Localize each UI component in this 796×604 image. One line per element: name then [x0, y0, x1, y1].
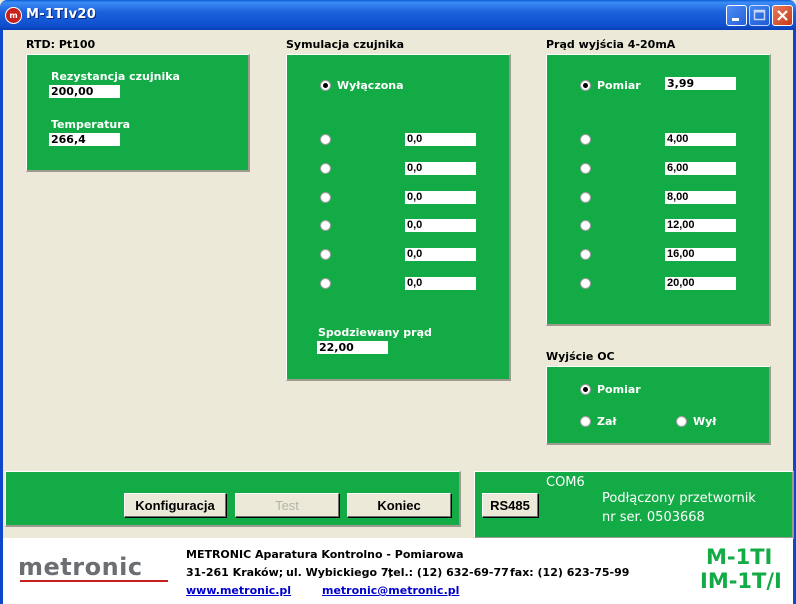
- sim-value-input[interactable]: [405, 162, 476, 175]
- com-port-label: COM6: [546, 475, 585, 490]
- expected-current-label: Spodziewany prąd: [318, 326, 432, 339]
- output-value-input[interactable]: [665, 219, 736, 232]
- radio-selected-dot: [323, 83, 328, 88]
- rtd-section-title: RTD: Pt100: [26, 38, 96, 51]
- sim-value-input[interactable]: [405, 219, 476, 232]
- resistance-label: Rezystancja czujnika: [51, 70, 180, 83]
- fax: fax: (12) 623-75-99: [510, 566, 630, 579]
- oc-on-label: Zał: [597, 415, 617, 428]
- website-link[interactable]: www.metronic.pl: [186, 584, 291, 597]
- sim-value-input[interactable]: [405, 191, 476, 204]
- configuration-button[interactable]: Konfiguracja: [124, 493, 226, 517]
- oc-measure-radio[interactable]: [580, 384, 591, 395]
- output-option-radio[interactable]: [580, 192, 591, 203]
- logo-underline: [20, 580, 168, 582]
- close-icon: [777, 10, 788, 21]
- window-title: M-1TIv20: [26, 7, 97, 22]
- end-button[interactable]: Koniec: [347, 493, 451, 517]
- temperature-value: 266,4: [49, 133, 120, 146]
- output-measure-radio[interactable]: [580, 80, 591, 91]
- output-value-input[interactable]: [665, 248, 736, 261]
- model-name-2: IM-1T/I: [700, 569, 782, 593]
- sim-option-radio[interactable]: [320, 249, 331, 260]
- sim-off-radio[interactable]: [320, 80, 331, 91]
- sim-option-radio[interactable]: [320, 192, 331, 203]
- sim-option-radio[interactable]: [320, 278, 331, 289]
- sim-value-input[interactable]: [405, 248, 476, 261]
- address-street: ul. Wybickiego 7;: [286, 566, 393, 579]
- output-measure-value: 3,99: [665, 77, 736, 90]
- oc-off-radio[interactable]: [676, 416, 687, 427]
- output-option-radio[interactable]: [580, 134, 591, 145]
- sim-option-radio[interactable]: [320, 163, 331, 174]
- output-value-input[interactable]: [665, 277, 736, 290]
- output-option-radio[interactable]: [580, 163, 591, 174]
- company-name: METRONIC Aparatura Kontrolno - Pomiarowa: [186, 548, 464, 561]
- output-option-radio[interactable]: [580, 249, 591, 260]
- radio-selected-dot: [583, 83, 588, 88]
- title-bar[interactable]: [0, 0, 796, 30]
- output-value-input[interactable]: [665, 162, 736, 175]
- connection-status: Podłączony przetwornik: [602, 491, 756, 506]
- output-section-title: Prąd wyjścia 4-20mA: [546, 38, 676, 51]
- maximize-icon: [753, 9, 766, 21]
- sim-option-radio[interactable]: [320, 134, 331, 145]
- expected-current-value: 22,00: [317, 341, 388, 354]
- minimize-icon: [732, 18, 739, 21]
- serial-number: nr ser. 0503668: [602, 510, 705, 525]
- close-button[interactable]: [772, 5, 793, 26]
- address-city: 31-261 Kraków;: [186, 566, 284, 579]
- simulation-section-title: Symulacja czujnika: [286, 38, 404, 51]
- output-measure-label: Pomiar: [597, 79, 641, 92]
- oc-section-title: Wyjście OC: [546, 350, 615, 363]
- maximize-button[interactable]: [749, 5, 770, 26]
- minimize-button[interactable]: [726, 5, 747, 26]
- temperature-label: Temperatura: [51, 118, 131, 131]
- output-value-input[interactable]: [665, 133, 736, 146]
- resistance-value: 200,00: [49, 85, 120, 98]
- email-link[interactable]: metronic@metronic.pl: [322, 584, 459, 597]
- metronic-logo: metronic: [18, 553, 143, 581]
- sim-off-label: Wyłączona: [337, 79, 404, 92]
- telephone: tel.: (12) 632-69-77: [388, 566, 509, 579]
- oc-panel: [546, 366, 771, 445]
- oc-on-radio[interactable]: [580, 416, 591, 427]
- sim-option-radio[interactable]: [320, 220, 331, 231]
- sim-value-input[interactable]: [405, 133, 476, 146]
- rs485-button[interactable]: RS485: [482, 493, 538, 517]
- oc-off-label: Wył: [693, 415, 717, 428]
- oc-measure-label: Pomiar: [597, 383, 641, 396]
- model-name-1: M-1TI: [706, 545, 773, 569]
- radio-selected-dot: [583, 387, 588, 392]
- m-logo-icon[interactable]: m: [5, 7, 22, 24]
- output-value-input[interactable]: [665, 191, 736, 204]
- output-option-radio[interactable]: [580, 278, 591, 289]
- sim-value-input[interactable]: [405, 277, 476, 290]
- test-button[interactable]: Test: [235, 493, 339, 517]
- output-option-radio[interactable]: [580, 220, 591, 231]
